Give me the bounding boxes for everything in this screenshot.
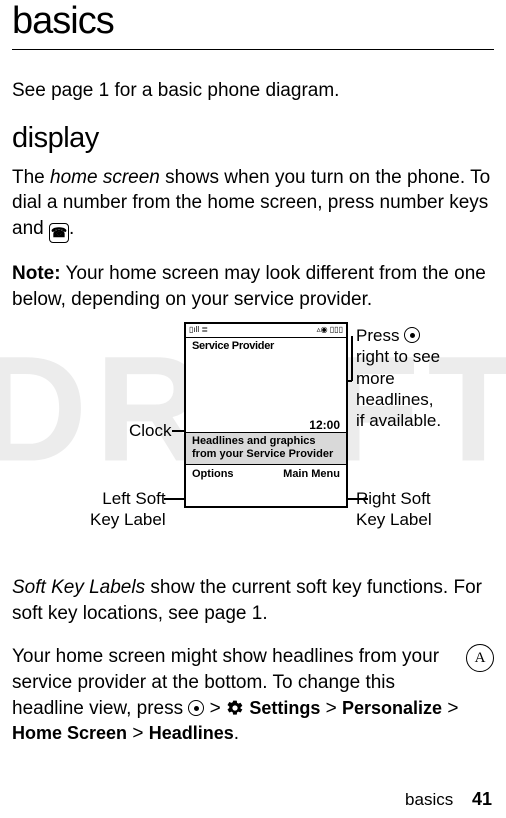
intro-paragraph: See page 1 for a basic phone diagram. xyxy=(12,78,494,104)
page-number: 41 xyxy=(472,789,492,809)
softkey-labels-italic: Soft Key Labels xyxy=(12,577,145,598)
softkey-labels-paragraph: Soft Key Labels show the current soft ke… xyxy=(12,575,494,626)
callout-right-softkey: Right Soft Key Label xyxy=(356,488,432,531)
phone-homescreen-mock: ▯ıll ≣ ▵◉ ▯▯▯ Service Provider 12:00 Hea… xyxy=(184,322,348,508)
title-rule xyxy=(12,49,494,50)
path-settings: Settings xyxy=(249,698,320,718)
settings-icon xyxy=(226,699,244,717)
footer-label: basics xyxy=(405,790,453,809)
note-label: Note: xyxy=(12,263,61,284)
homescreen-body: 12:00 xyxy=(186,356,346,432)
text-line: more xyxy=(356,368,441,389)
path-separator: > xyxy=(204,698,226,719)
path-home-screen: Home Screen xyxy=(12,723,127,743)
path-separator: > xyxy=(320,698,342,719)
text-line: Key Label xyxy=(90,509,166,530)
text-fragment: Press xyxy=(356,326,404,345)
headlines-paragraph: A Your home screen might show headlines … xyxy=(12,644,494,747)
note-text: Your home screen may look different from… xyxy=(12,263,486,310)
path-personalize: Personalize xyxy=(342,698,442,718)
callout-clock: Clock xyxy=(129,420,172,441)
path-separator: > xyxy=(127,723,149,744)
service-provider-label: Service Provider xyxy=(186,338,346,356)
status-bar: ▯ıll ≣ ▵◉ ▯▯▯ xyxy=(186,324,346,338)
softkey-row: Options Main Menu xyxy=(186,465,346,480)
right-softkey-label: Main Menu xyxy=(283,468,340,480)
text-line: right to see xyxy=(356,346,441,367)
nav-key-icon xyxy=(188,700,204,716)
callout-left-softkey: Left Soft Key Label xyxy=(90,488,166,531)
page-title: basics xyxy=(12,0,494,43)
text-line: Key Label xyxy=(356,509,432,530)
homescreen-diagram: ▯ıll ≣ ▵◉ ▯▯▯ Service Provider 12:00 Hea… xyxy=(12,322,494,547)
nav-key-icon xyxy=(404,327,420,343)
text-fragment: The xyxy=(12,167,50,188)
callout-press-right: Press right to see more headlines, if av… xyxy=(356,325,441,431)
dial-key-icon: ☎ xyxy=(49,223,69,243)
info-badge-icon: A xyxy=(466,644,494,672)
section-heading-display: display xyxy=(12,122,494,155)
text-line: if available. xyxy=(356,410,441,431)
callout-line xyxy=(351,336,353,381)
path-separator: > xyxy=(442,698,458,719)
signal-icon: ▯ıll ≣ xyxy=(189,325,208,336)
text-line: headlines, xyxy=(356,389,441,410)
clock-value: 12:00 xyxy=(309,418,340,432)
text-line: Press xyxy=(356,325,441,346)
left-softkey-label: Options xyxy=(192,468,234,480)
battery-icon: ▵◉ ▯▯▯ xyxy=(317,325,343,336)
homescreen-description: The home screen shows when you turn on t… xyxy=(12,165,494,243)
headlines-banner: Headlines and graphics from your Service… xyxy=(186,432,346,464)
text-home-screen-italic: home screen xyxy=(50,167,160,188)
text-fragment: . xyxy=(69,218,74,239)
page-footer: basics 41 xyxy=(405,789,492,810)
text-line: Left Soft xyxy=(90,488,166,509)
path-headlines: Headlines xyxy=(149,723,234,743)
callout-line xyxy=(164,498,184,500)
text-line: Right Soft xyxy=(356,488,432,509)
note-paragraph: Note: Your home screen may look differen… xyxy=(12,261,494,312)
